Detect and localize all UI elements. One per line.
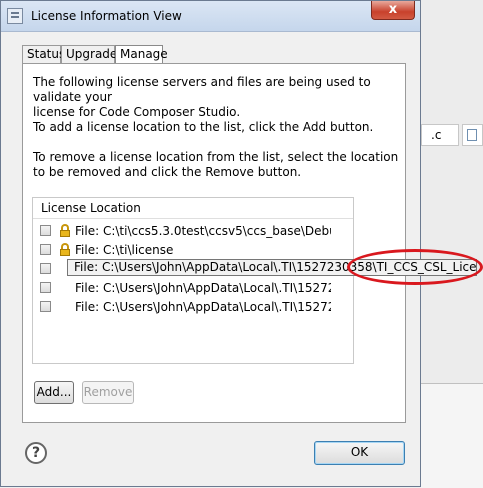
license-row-text: File: C:\ti\ccs5.3.0test\ccsv5\ccs_base\… [75,224,331,238]
add-hint-text: To add a license location to the list, c… [33,120,374,134]
license-location-list: License Location File: C:\ti\ccs5.3.0tes… [32,197,354,364]
help-icon[interactable]: ? [25,442,47,464]
window-title: License Information View [31,9,182,23]
manage-panel: The following license servers and files … [22,63,406,423]
license-checkbox[interactable] [40,244,51,255]
ok-button[interactable]: OK [314,441,405,465]
add-button[interactable]: Add... [34,381,74,404]
intro-text: The following license servers and files … [33,75,371,119]
license-checkbox[interactable] [40,282,51,293]
close-button[interactable]: x [371,1,415,20]
license-row-text: File: C:\Users\John\AppData\Local\.TI\15… [75,281,331,295]
remove-hint-text: To remove a license location from the li… [33,150,399,179]
window-icon [7,8,23,24]
license-checkbox[interactable] [40,225,51,236]
background-panel-lines [421,383,483,488]
tab-manage[interactable]: Manage [115,45,168,64]
file-icon [467,129,477,141]
license-row[interactable]: File: C:\Users\John\AppData\Local\.TI\15… [33,279,353,298]
license-row-text: File: C:\ti\license [75,243,174,257]
license-row[interactable]: File: C:\ti\license [33,241,353,260]
lock-icon [60,243,70,256]
background-editor-tab-2 [462,124,483,146]
license-location-header-label: License Location [41,201,141,215]
lock-icon [60,224,70,237]
license-checkbox[interactable] [40,263,51,274]
background-editor-tab: .c [421,124,459,146]
title-bar: License Information View x [1,1,420,32]
tab-status[interactable]: Status [22,45,65,63]
tab-upgrade[interactable]: Upgrade [61,45,117,63]
background-tab-label: .c [431,128,442,142]
license-row[interactable]: File: C:\ti\ccs5.3.0test\ccsv5\ccs_base\… [33,222,353,241]
remove-button[interactable]: Remove [82,381,134,404]
license-location-header: License Location [33,198,353,219]
license-checkbox[interactable] [40,301,51,312]
license-row[interactable]: File: C:\Users\John\AppData\Local\.TI\15… [33,298,353,317]
license-row-text: File: C:\Users\John\AppData\Local\.TI\15… [75,300,331,314]
highlight-annotation [347,249,483,285]
license-information-dialog: License Information View x Status Upgrad… [0,0,421,487]
